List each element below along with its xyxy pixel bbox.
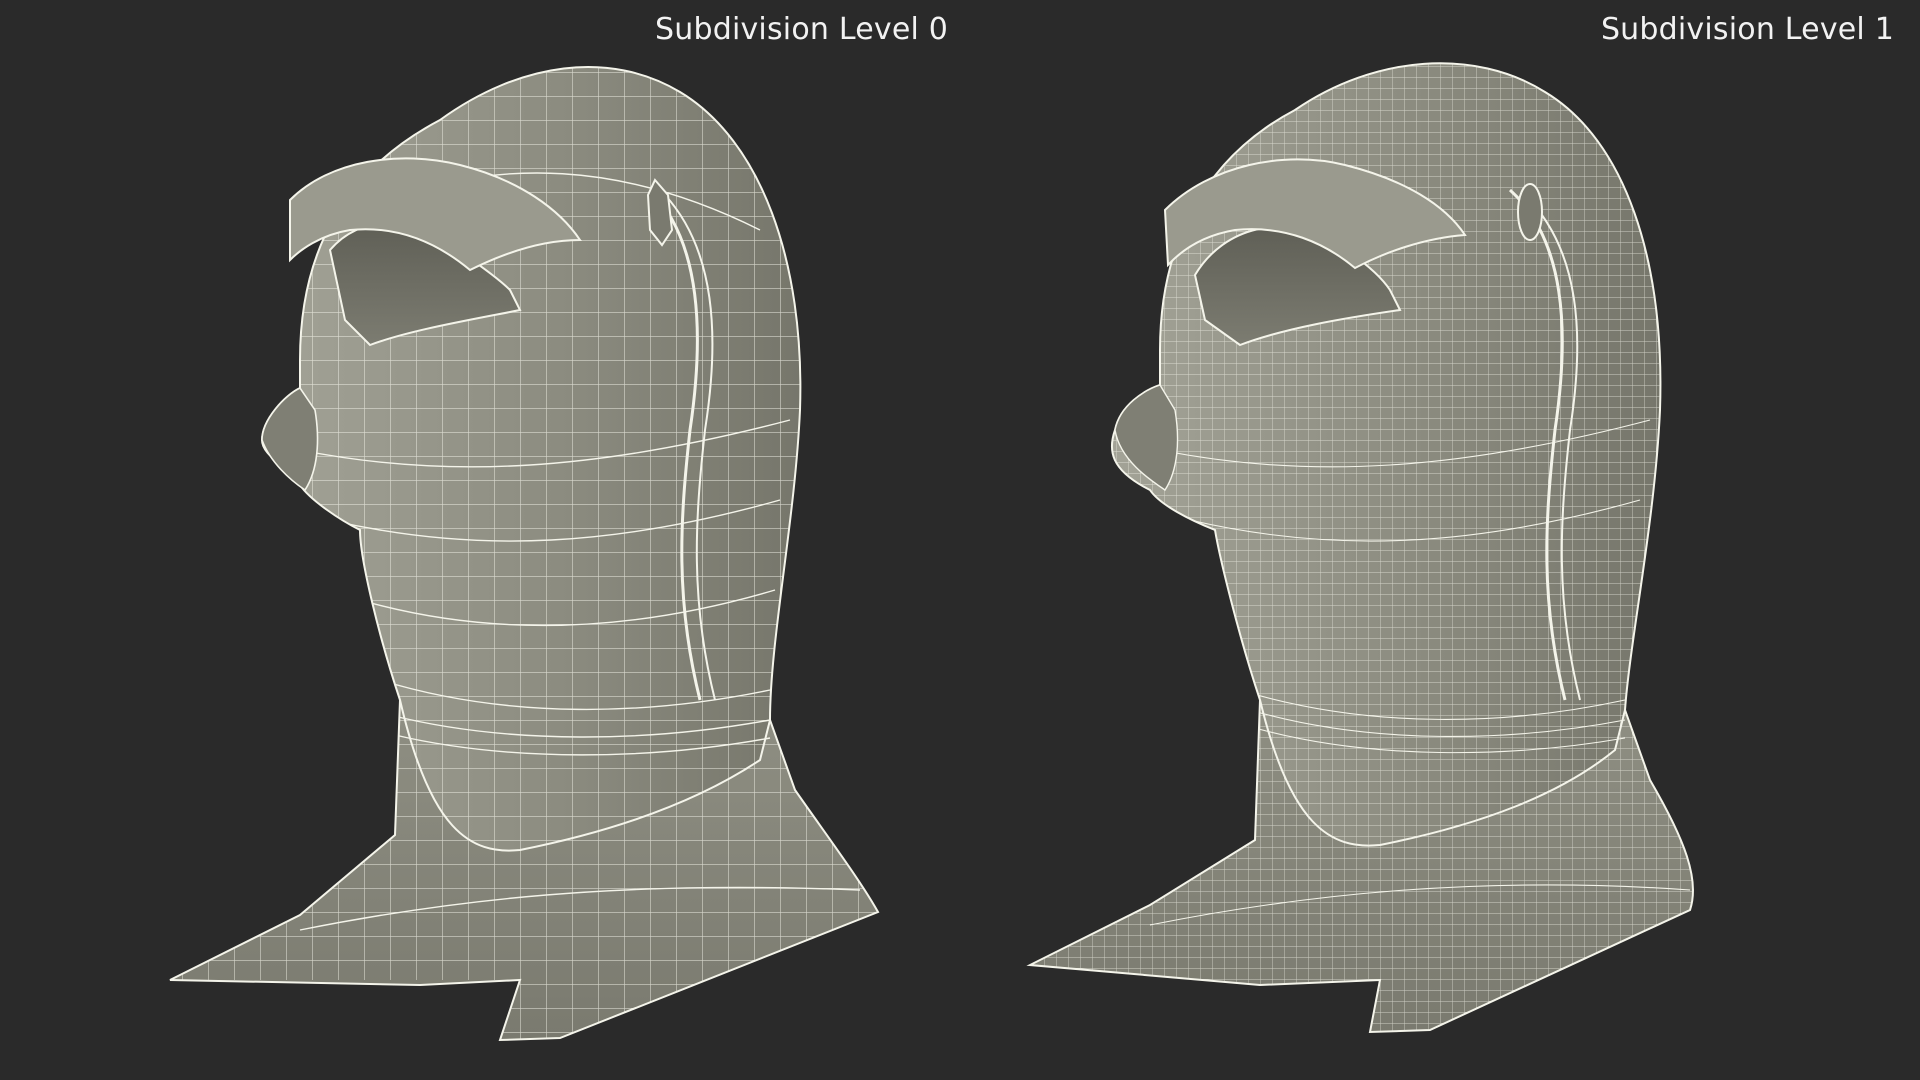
mesh-nose-left	[261, 386, 319, 492]
mesh-model-level-1	[1026, 62, 1694, 1034]
model-viewport	[169, 62, 1694, 1042]
render-canvas: Subdivision Level 0 Subdivision Level 1	[0, 0, 1920, 1080]
mesh-model-level-0	[169, 66, 880, 1042]
mesh-nose-right	[1114, 384, 1179, 491]
mesh-vent-right	[1517, 183, 1543, 241]
